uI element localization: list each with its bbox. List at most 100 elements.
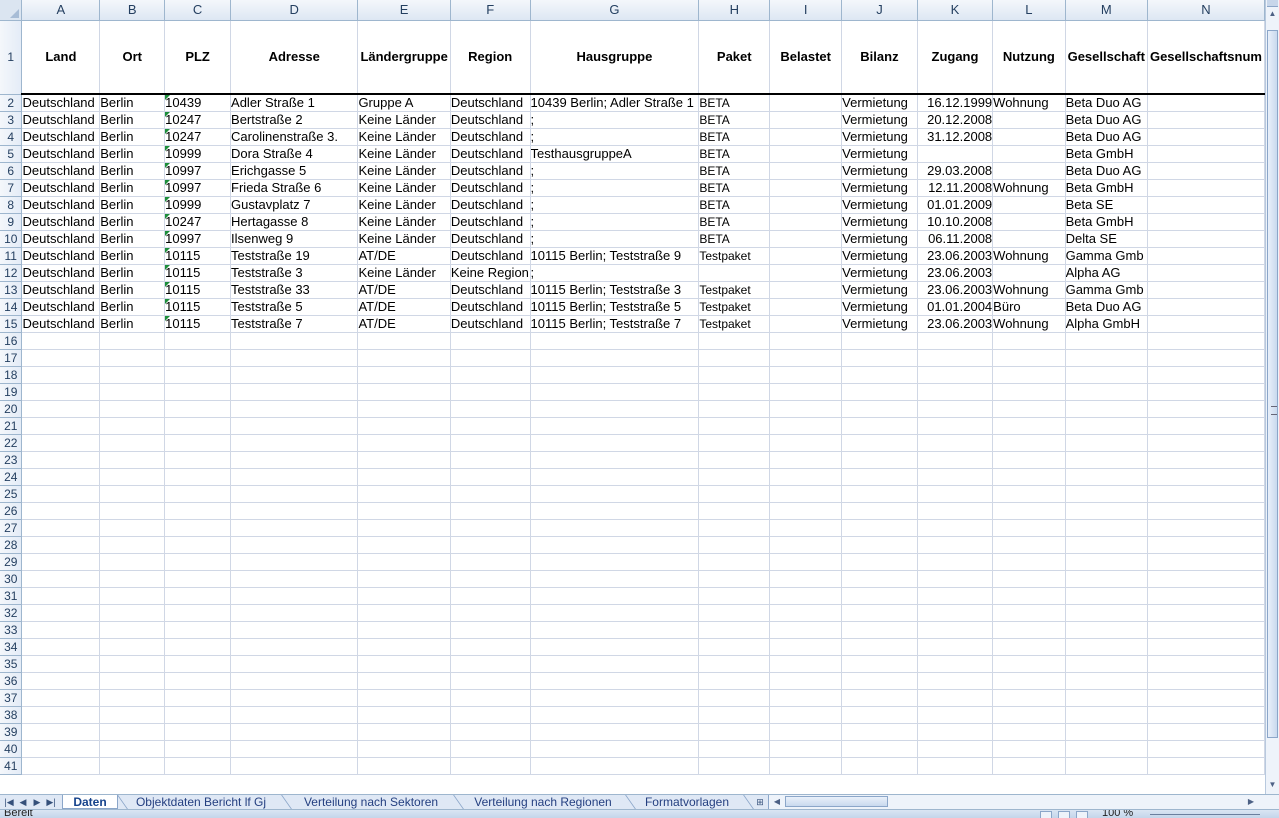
tab-verteilung-sektoren[interactable]: Verteilung nach Sektoren xyxy=(292,795,450,809)
cell-e5[interactable]: Keine Länder xyxy=(357,145,451,163)
empty-cell[interactable] xyxy=(841,604,918,622)
cell-j13[interactable]: Vermietung xyxy=(841,281,918,299)
empty-cell[interactable] xyxy=(530,519,700,537)
cell-f9[interactable]: Deutschland xyxy=(450,213,531,231)
empty-cell[interactable] xyxy=(769,434,843,452)
empty-cell[interactable] xyxy=(917,740,994,758)
cell-a7[interactable]: Deutschland xyxy=(21,179,101,197)
last-sheet-icon[interactable]: ▶| xyxy=(45,795,57,809)
cell-j5[interactable]: Vermietung xyxy=(841,145,918,163)
empty-cell[interactable] xyxy=(357,570,451,588)
empty-cell[interactable] xyxy=(769,502,843,520)
empty-cell[interactable] xyxy=(917,349,994,367)
empty-cell[interactable] xyxy=(164,519,232,537)
column-header-h[interactable]: H xyxy=(698,0,771,21)
empty-cell[interactable] xyxy=(357,621,451,639)
header-cell[interactable]: Gesellschaftsnum xyxy=(1147,20,1265,95)
empty-cell[interactable] xyxy=(1147,638,1265,656)
empty-cell[interactable] xyxy=(230,502,359,520)
empty-cell[interactable] xyxy=(21,485,101,503)
cell-a8[interactable]: Deutschland xyxy=(21,196,101,214)
row-header[interactable]: 28 xyxy=(0,536,23,554)
empty-cell[interactable] xyxy=(164,400,232,418)
cell-d7[interactable]: Frieda Straße 6 xyxy=(230,179,359,197)
cell-e3[interactable]: Keine Länder xyxy=(357,111,451,129)
empty-cell[interactable] xyxy=(769,757,843,775)
empty-cell[interactable] xyxy=(530,723,700,741)
cell-g5[interactable]: TesthausgruppeA xyxy=(530,145,700,163)
empty-cell[interactable] xyxy=(450,417,531,435)
empty-cell[interactable] xyxy=(357,757,451,775)
empty-cell[interactable] xyxy=(917,383,994,401)
row-header[interactable]: 10 xyxy=(0,230,23,248)
empty-cell[interactable] xyxy=(769,587,843,605)
empty-cell[interactable] xyxy=(450,570,531,588)
cell-e13[interactable]: AT/DE xyxy=(357,281,451,299)
empty-cell[interactable] xyxy=(841,485,918,503)
empty-cell[interactable] xyxy=(841,468,918,486)
empty-cell[interactable] xyxy=(1065,502,1148,520)
empty-cell[interactable] xyxy=(841,519,918,537)
empty-cell[interactable] xyxy=(230,451,359,469)
empty-cell[interactable] xyxy=(357,485,451,503)
empty-cell[interactable] xyxy=(917,366,994,384)
empty-cell[interactable] xyxy=(1065,366,1148,384)
cell-c4[interactable]: 10247 xyxy=(164,128,232,146)
empty-cell[interactable] xyxy=(21,400,101,418)
empty-cell[interactable] xyxy=(530,604,700,622)
empty-cell[interactable] xyxy=(1147,485,1265,503)
cell-b6[interactable]: Berlin xyxy=(99,162,166,180)
empty-cell[interactable] xyxy=(1147,536,1265,554)
empty-cell[interactable] xyxy=(992,689,1066,707)
empty-cell[interactable] xyxy=(917,655,994,673)
empty-cell[interactable] xyxy=(992,519,1066,537)
row-header[interactable]: 11 xyxy=(0,247,23,265)
cell-l14[interactable]: Büro xyxy=(992,298,1066,316)
empty-cell[interactable] xyxy=(530,570,700,588)
cell-h3[interactable]: BETA xyxy=(698,111,771,129)
empty-cell[interactable] xyxy=(530,553,700,571)
empty-cell[interactable] xyxy=(769,332,843,350)
scroll-down-icon[interactable]: ▼ xyxy=(1266,778,1279,792)
empty-cell[interactable] xyxy=(99,519,166,537)
empty-cell[interactable] xyxy=(530,400,700,418)
empty-cell[interactable] xyxy=(21,417,101,435)
cell-c9[interactable]: 10247 xyxy=(164,213,232,231)
empty-cell[interactable] xyxy=(99,349,166,367)
row-header[interactable]: 40 xyxy=(0,740,23,758)
empty-cell[interactable] xyxy=(357,655,451,673)
empty-cell[interactable] xyxy=(992,451,1066,469)
empty-cell[interactable] xyxy=(698,434,771,452)
empty-cell[interactable] xyxy=(769,570,843,588)
empty-cell[interactable] xyxy=(1065,655,1148,673)
cell-c5[interactable]: 10999 xyxy=(164,145,232,163)
empty-cell[interactable] xyxy=(992,706,1066,724)
empty-cell[interactable] xyxy=(1065,672,1148,690)
cell-c14[interactable]: 10115 xyxy=(164,298,232,316)
cell-i8[interactable] xyxy=(769,196,843,214)
empty-cell[interactable] xyxy=(164,502,232,520)
cell-m6[interactable]: Beta Duo AG xyxy=(1065,162,1148,180)
empty-cell[interactable] xyxy=(530,757,700,775)
row-header[interactable]: 13 xyxy=(0,281,23,299)
empty-cell[interactable] xyxy=(698,621,771,639)
empty-cell[interactable] xyxy=(841,723,918,741)
empty-cell[interactable] xyxy=(21,553,101,571)
row-header[interactable]: 25 xyxy=(0,485,23,503)
empty-cell[interactable] xyxy=(1147,383,1265,401)
empty-cell[interactable] xyxy=(357,502,451,520)
empty-cell[interactable] xyxy=(450,349,531,367)
cell-i4[interactable] xyxy=(769,128,843,146)
empty-cell[interactable] xyxy=(164,723,232,741)
cell-j10[interactable]: Vermietung xyxy=(841,230,918,248)
cell-f6[interactable]: Deutschland xyxy=(450,162,531,180)
empty-cell[interactable] xyxy=(99,332,166,350)
cell-f3[interactable]: Deutschland xyxy=(450,111,531,129)
cell-m4[interactable]: Beta Duo AG xyxy=(1065,128,1148,146)
header-cell[interactable]: Ort xyxy=(99,20,166,95)
empty-cell[interactable] xyxy=(21,434,101,452)
cell-f8[interactable]: Deutschland xyxy=(450,196,531,214)
cell-e15[interactable]: AT/DE xyxy=(357,315,451,333)
empty-cell[interactable] xyxy=(530,638,700,656)
cell-b11[interactable]: Berlin xyxy=(99,247,166,265)
